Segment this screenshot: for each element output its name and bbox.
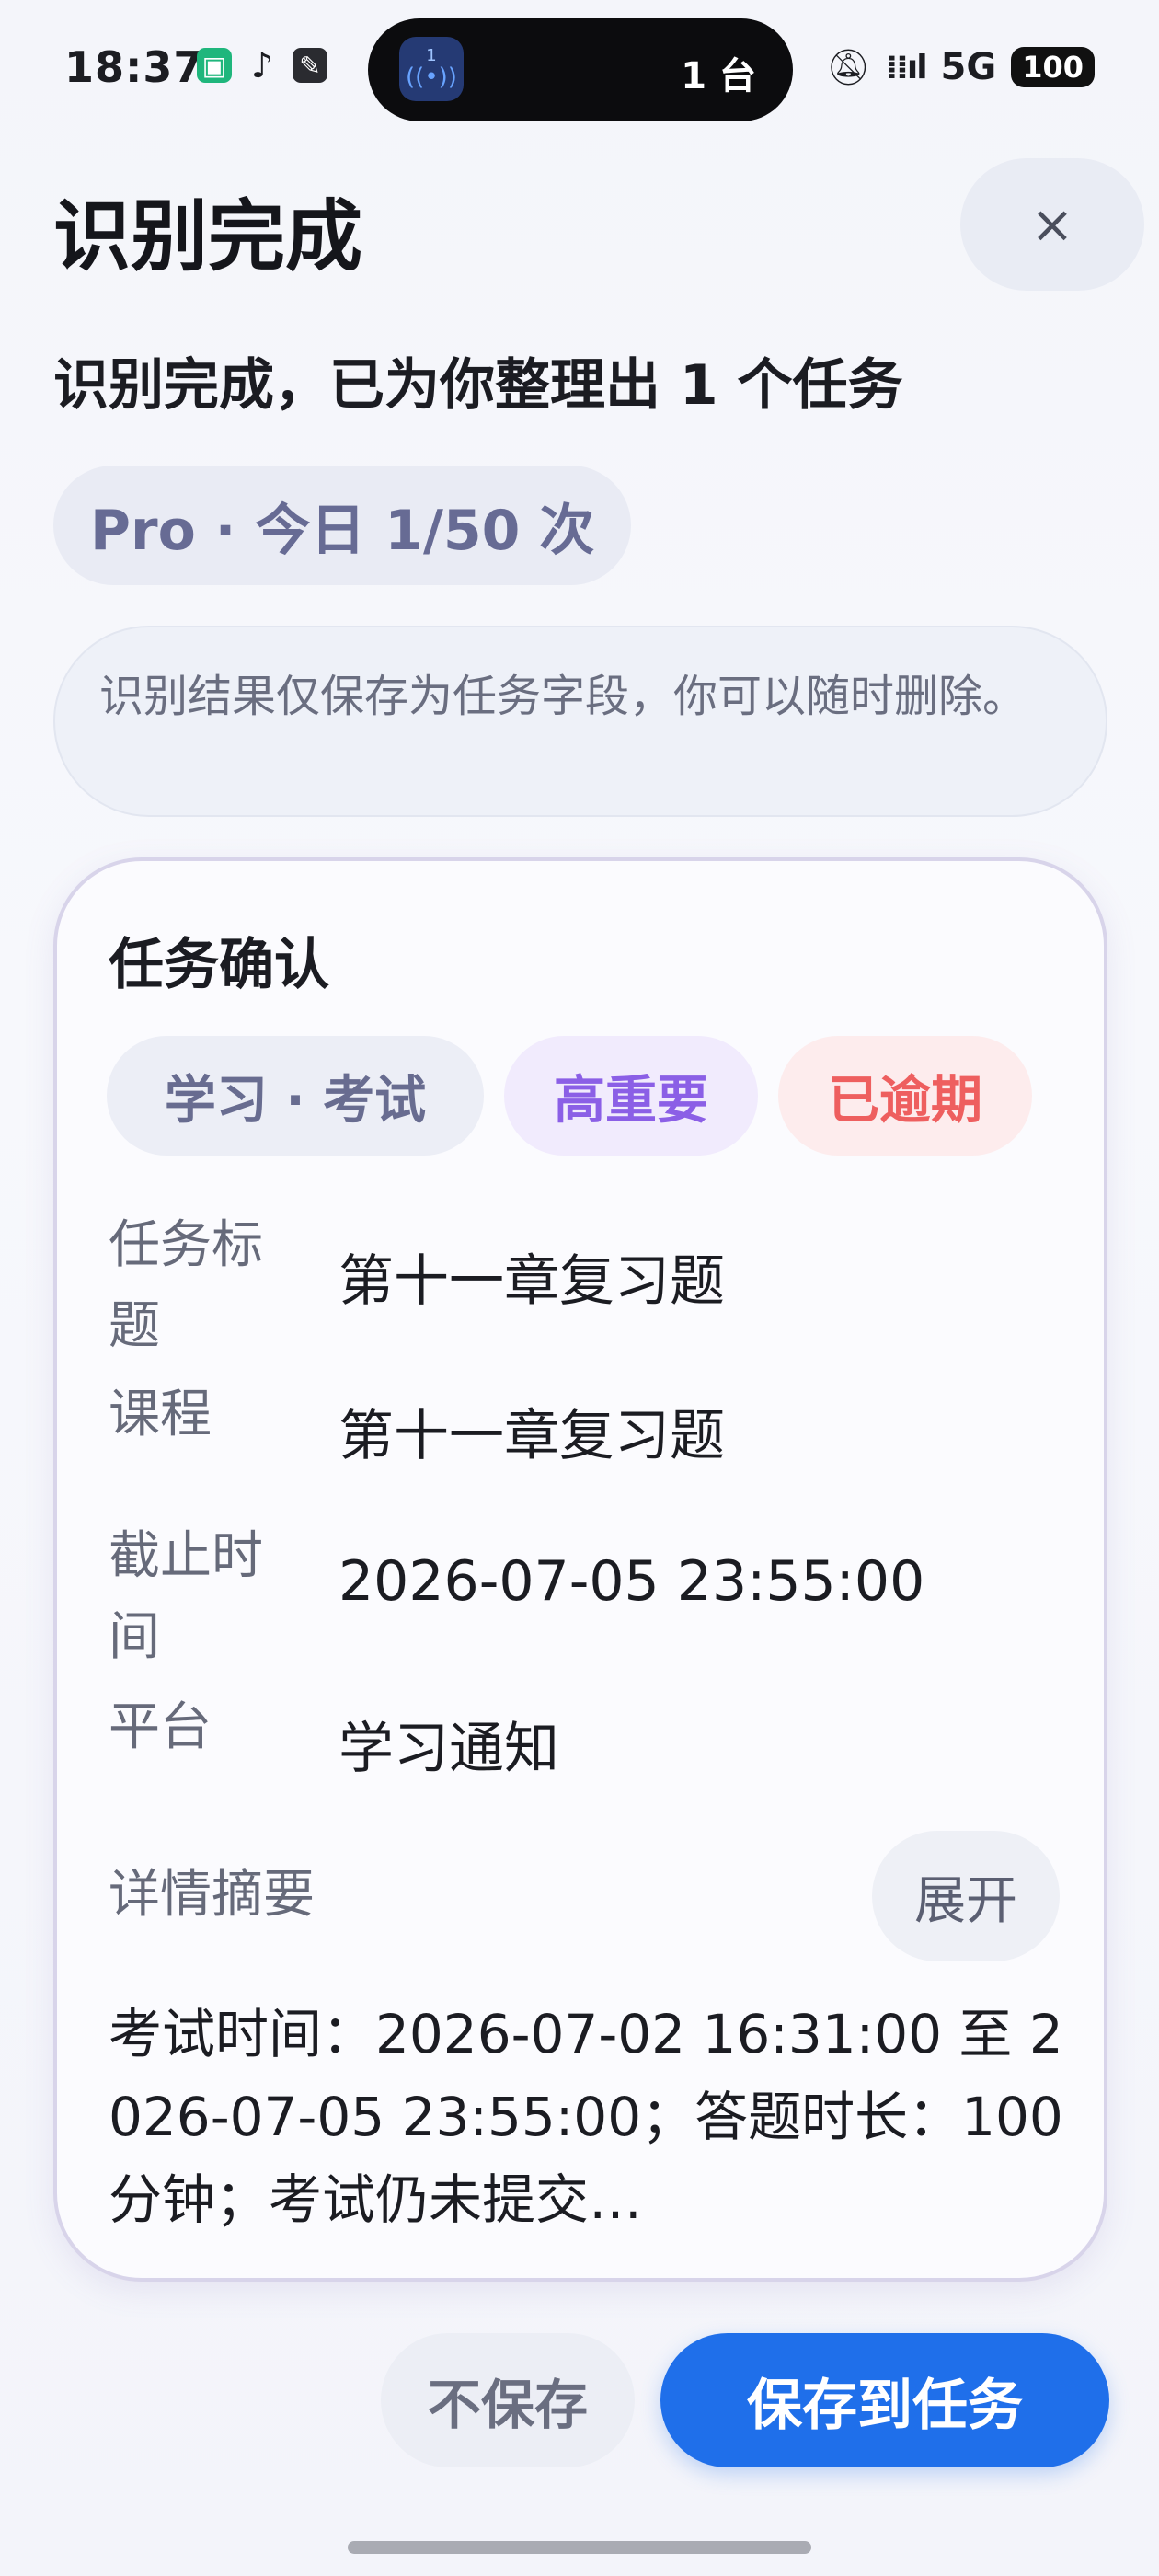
status-bar: 18:37 ▣ ♪ ✎ 1 ((•)) 1 台 🔕︎ ⁞⁞ıl 5G 100 xyxy=(0,0,1159,138)
page-title: 识别完成 xyxy=(53,191,363,282)
course-value[interactable]: 第十一章复习题 xyxy=(339,1391,725,1471)
overdue-tag: 已逾期 xyxy=(778,1036,1032,1156)
deadline-label: 截止时间 xyxy=(109,1526,263,1667)
quota-badge: Pro · 今日 1/50 次 xyxy=(53,466,631,585)
result-subtitle: 识别完成，已为你整理出 1 个任务 xyxy=(53,353,903,418)
status-time: 18:37 xyxy=(64,42,204,92)
category-tag[interactable]: 学习 · 考试 xyxy=(107,1036,484,1156)
task-tags: 学习 · 考试 高重要 已逾期 xyxy=(107,1036,1032,1156)
card-title: 任务确认 xyxy=(109,933,329,997)
tiktok-icon: ♪ xyxy=(250,45,274,86)
home-indicator[interactable] xyxy=(348,2541,811,2554)
broadcast-app-icon: 1 ((•)) xyxy=(399,37,464,101)
signal-icon: ⁞⁞ıl xyxy=(885,48,928,86)
task-title-value[interactable]: 第十一章复习题 xyxy=(339,1236,725,1317)
network-type: 5G xyxy=(940,46,997,88)
close-icon: × xyxy=(1030,194,1074,255)
discard-button[interactable]: 不保存 xyxy=(381,2333,635,2467)
platform-label: 平台 xyxy=(109,1697,212,1757)
status-indicators: 🔕︎ ⁞⁞ıl 5G 100 xyxy=(826,46,1095,88)
status-app-icons: ▣ ♪ ✎ xyxy=(197,45,327,86)
wechat-pay-icon: ▣ xyxy=(197,48,232,83)
task-confirm-card: 任务确认 学习 · 考试 高重要 已逾期 任务标题 第十一章复习题 课程 第十一… xyxy=(53,857,1107,2282)
dynamic-island[interactable]: 1 ((•)) 1 台 xyxy=(368,18,793,121)
island-device-count: 1 台 xyxy=(681,55,756,98)
save-to-tasks-button[interactable]: 保存到任务 xyxy=(660,2333,1109,2467)
bell-off-icon: 🔕︎ xyxy=(826,46,871,87)
platform-value[interactable]: 学习通知 xyxy=(339,1704,559,1784)
expand-button[interactable]: 展开 xyxy=(872,1831,1060,1961)
battery-icon: 100 xyxy=(1011,47,1095,87)
close-button[interactable]: × xyxy=(960,158,1144,291)
importance-tag[interactable]: 高重要 xyxy=(504,1036,758,1156)
privacy-notice: 识别结果仅保存为任务字段，你可以随时删除。 xyxy=(53,626,1107,817)
task-title-label: 任务标题 xyxy=(109,1215,263,1356)
summary-text: 考试时间：2026-07-02 16:31:00 至 2026-07-05 23… xyxy=(109,2003,1063,2231)
notes-app-icon: ✎ xyxy=(293,48,327,83)
deadline-value[interactable]: 2026-07-05 23:55:00 xyxy=(339,1549,924,1614)
summary-label: 详情摘要 xyxy=(109,1865,315,1925)
course-label: 课程 xyxy=(109,1385,212,1444)
